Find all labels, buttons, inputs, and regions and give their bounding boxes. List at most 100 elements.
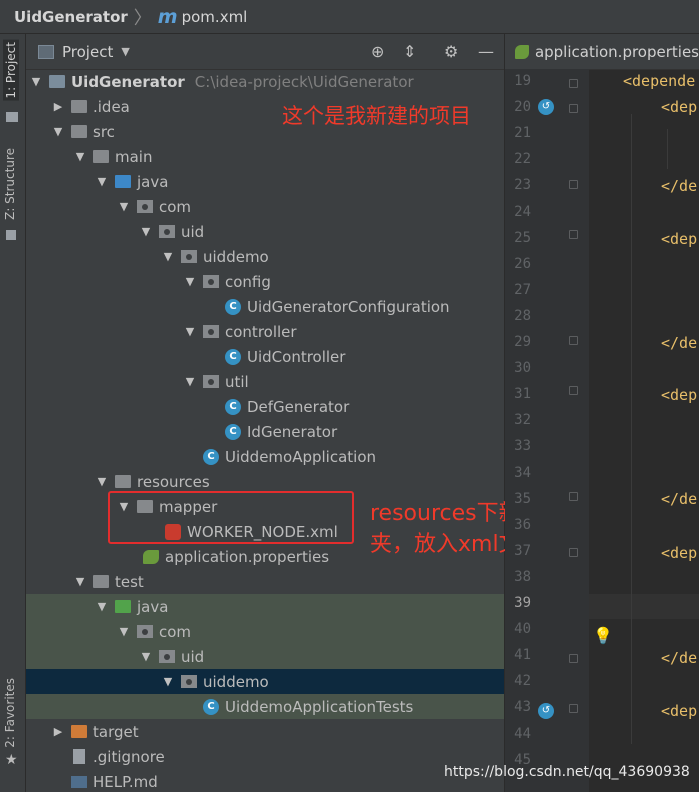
properties-file-icon (143, 549, 159, 564)
expand-arrow-icon[interactable]: ▼ (96, 600, 108, 613)
tree-row-id-generator[interactable]: C IdGenerator (26, 419, 504, 444)
tree-row-test-class[interactable]: C UiddemoApplicationTests (26, 694, 504, 719)
expand-arrow-icon[interactable]: ▼ (118, 200, 130, 213)
fold-marker-icon[interactable] (569, 492, 578, 501)
tree-row-controller[interactable]: ▼ controller (26, 319, 504, 344)
collapse-all-icon[interactable]: ⇕ (403, 42, 416, 61)
locate-icon[interactable]: ⊕ (371, 42, 384, 61)
expand-arrow-icon[interactable]: ▼ (162, 250, 174, 263)
code-line-35[interactable]: </de (661, 490, 697, 508)
panel-title[interactable]: Project (62, 43, 113, 61)
tab-favorites[interactable]: 2: Favorites (3, 678, 17, 748)
tree-row-test-uiddemo[interactable]: ▼ uiddemo (26, 669, 504, 694)
expand-arrow-icon[interactable]: ▼ (96, 475, 108, 488)
collapse-arrow-icon[interactable]: ▶ (52, 725, 64, 738)
tree-row-uiddemo[interactable]: ▼ uiddemo (26, 244, 504, 269)
indent-guide (667, 129, 668, 169)
tree-row-gitignore[interactable]: .gitignore (26, 744, 504, 769)
tree-row-controller-class[interactable]: C UidController (26, 344, 504, 369)
code-line-20[interactable]: <dep (661, 98, 697, 116)
tree-label: HELP.md (93, 772, 158, 791)
expand-arrow-icon[interactable]: ▼ (184, 375, 196, 388)
hide-icon[interactable]: — (478, 42, 494, 61)
fold-marker-icon[interactable] (569, 386, 578, 395)
fold-marker-icon[interactable] (569, 548, 578, 557)
gear-icon[interactable]: ⚙ (444, 42, 458, 61)
code-line-23[interactable]: </de (661, 177, 697, 195)
expand-arrow-icon[interactable]: ▼ (140, 225, 152, 238)
tree-row-help[interactable]: HELP.md (26, 769, 504, 792)
tree-row-test-uid[interactable]: ▼ uid (26, 644, 504, 669)
tree-row-def-generator[interactable]: C DefGenerator (26, 394, 504, 419)
tree-label: test (115, 572, 144, 591)
tree-row-target[interactable]: ▶ target (26, 719, 504, 744)
tree-row-app-class[interactable]: C UiddemoApplication (26, 444, 504, 469)
tree-label: java (137, 172, 169, 191)
tree-row-test[interactable]: ▼ test (26, 569, 504, 594)
collapse-arrow-icon[interactable]: ▶ (52, 100, 64, 113)
expand-arrow-icon[interactable]: ▼ (74, 575, 86, 588)
tab-project[interactable]: 1: Project (3, 40, 19, 101)
code-line-25[interactable]: <dep (661, 230, 697, 248)
expand-arrow-icon[interactable]: ▼ (74, 150, 86, 163)
star-icon: ★ (5, 752, 18, 768)
spring-dependency-icon[interactable]: ↺ (538, 703, 554, 719)
lightbulb-icon[interactable]: 💡 (593, 626, 613, 645)
editor-tab-label[interactable]: application.properties (535, 43, 699, 61)
tree-row-root[interactable]: ▼ UidGenerator C:\idea-projeck\UidGenera… (26, 69, 504, 94)
tree-label: controller (225, 322, 297, 341)
chevron-down-icon[interactable]: ▼ (121, 45, 129, 58)
tree-label: com (159, 622, 192, 641)
fold-marker-icon[interactable] (569, 336, 578, 345)
breadcrumb-project[interactable]: UidGenerator (14, 8, 128, 26)
fold-marker-icon[interactable] (569, 704, 578, 713)
line-number: 26 (514, 255, 531, 272)
line-number: 42 (514, 673, 531, 690)
expand-arrow-icon[interactable]: ▼ (140, 650, 152, 663)
code-line-29[interactable]: </de (661, 334, 697, 352)
tree-label: UiddemoApplication (225, 447, 377, 466)
breadcrumb-file[interactable]: pom.xml (182, 8, 248, 26)
fold-marker-icon[interactable] (569, 230, 578, 239)
module-icon (49, 75, 65, 88)
code-line-31[interactable]: <dep (661, 386, 697, 404)
line-number: 32 (514, 412, 531, 429)
tab-structure[interactable]: Z: Structure (3, 148, 17, 220)
tree-row-util[interactable]: ▼ util (26, 369, 504, 394)
fold-marker-icon[interactable] (569, 654, 578, 663)
fold-marker-icon[interactable] (569, 180, 578, 189)
expand-arrow-icon[interactable]: ▼ (52, 125, 64, 138)
expand-arrow-icon[interactable]: ▼ (118, 625, 130, 638)
code-line-19[interactable]: <depende (623, 72, 695, 90)
file-icon (73, 749, 85, 764)
tree-label: IdGenerator (247, 422, 338, 441)
fold-marker-icon[interactable] (569, 104, 578, 113)
tree-row-uid[interactable]: ▼ uid (26, 219, 504, 244)
tree-row-com[interactable]: ▼ com (26, 194, 504, 219)
code-line-37[interactable]: <dep (661, 544, 697, 562)
project-view-icon (38, 44, 54, 59)
line-number: 33 (514, 438, 531, 455)
package-icon (137, 200, 153, 213)
tree-label: com (159, 197, 192, 216)
tree-row-test-com[interactable]: ▼ com (26, 619, 504, 644)
expand-arrow-icon[interactable]: ▼ (96, 175, 108, 188)
tree-row-config-class[interactable]: C UidGeneratorConfiguration (26, 294, 504, 319)
code-line-41[interactable]: </de (661, 649, 697, 667)
tree-label: .idea (93, 97, 130, 116)
tree-label: .gitignore (93, 747, 165, 766)
tree-row-config[interactable]: ▼ config (26, 269, 504, 294)
tree-row-main[interactable]: ▼ main (26, 144, 504, 169)
fold-marker-icon[interactable] (569, 79, 578, 88)
tree-label: uiddemo (203, 672, 269, 691)
expand-arrow-icon[interactable]: ▼ (184, 325, 196, 338)
code-line-43[interactable]: <dep (661, 702, 697, 720)
tree-row-java[interactable]: ▼ java (26, 169, 504, 194)
line-number: 44 (514, 725, 531, 742)
expand-arrow-icon[interactable]: ▼ (30, 75, 42, 88)
line-number: 38 (514, 568, 531, 585)
tree-row-test-java[interactable]: ▼ java (26, 594, 504, 619)
expand-arrow-icon[interactable]: ▼ (184, 275, 196, 288)
spring-dependency-icon[interactable]: ↺ (538, 99, 554, 115)
expand-arrow-icon[interactable]: ▼ (162, 675, 174, 688)
